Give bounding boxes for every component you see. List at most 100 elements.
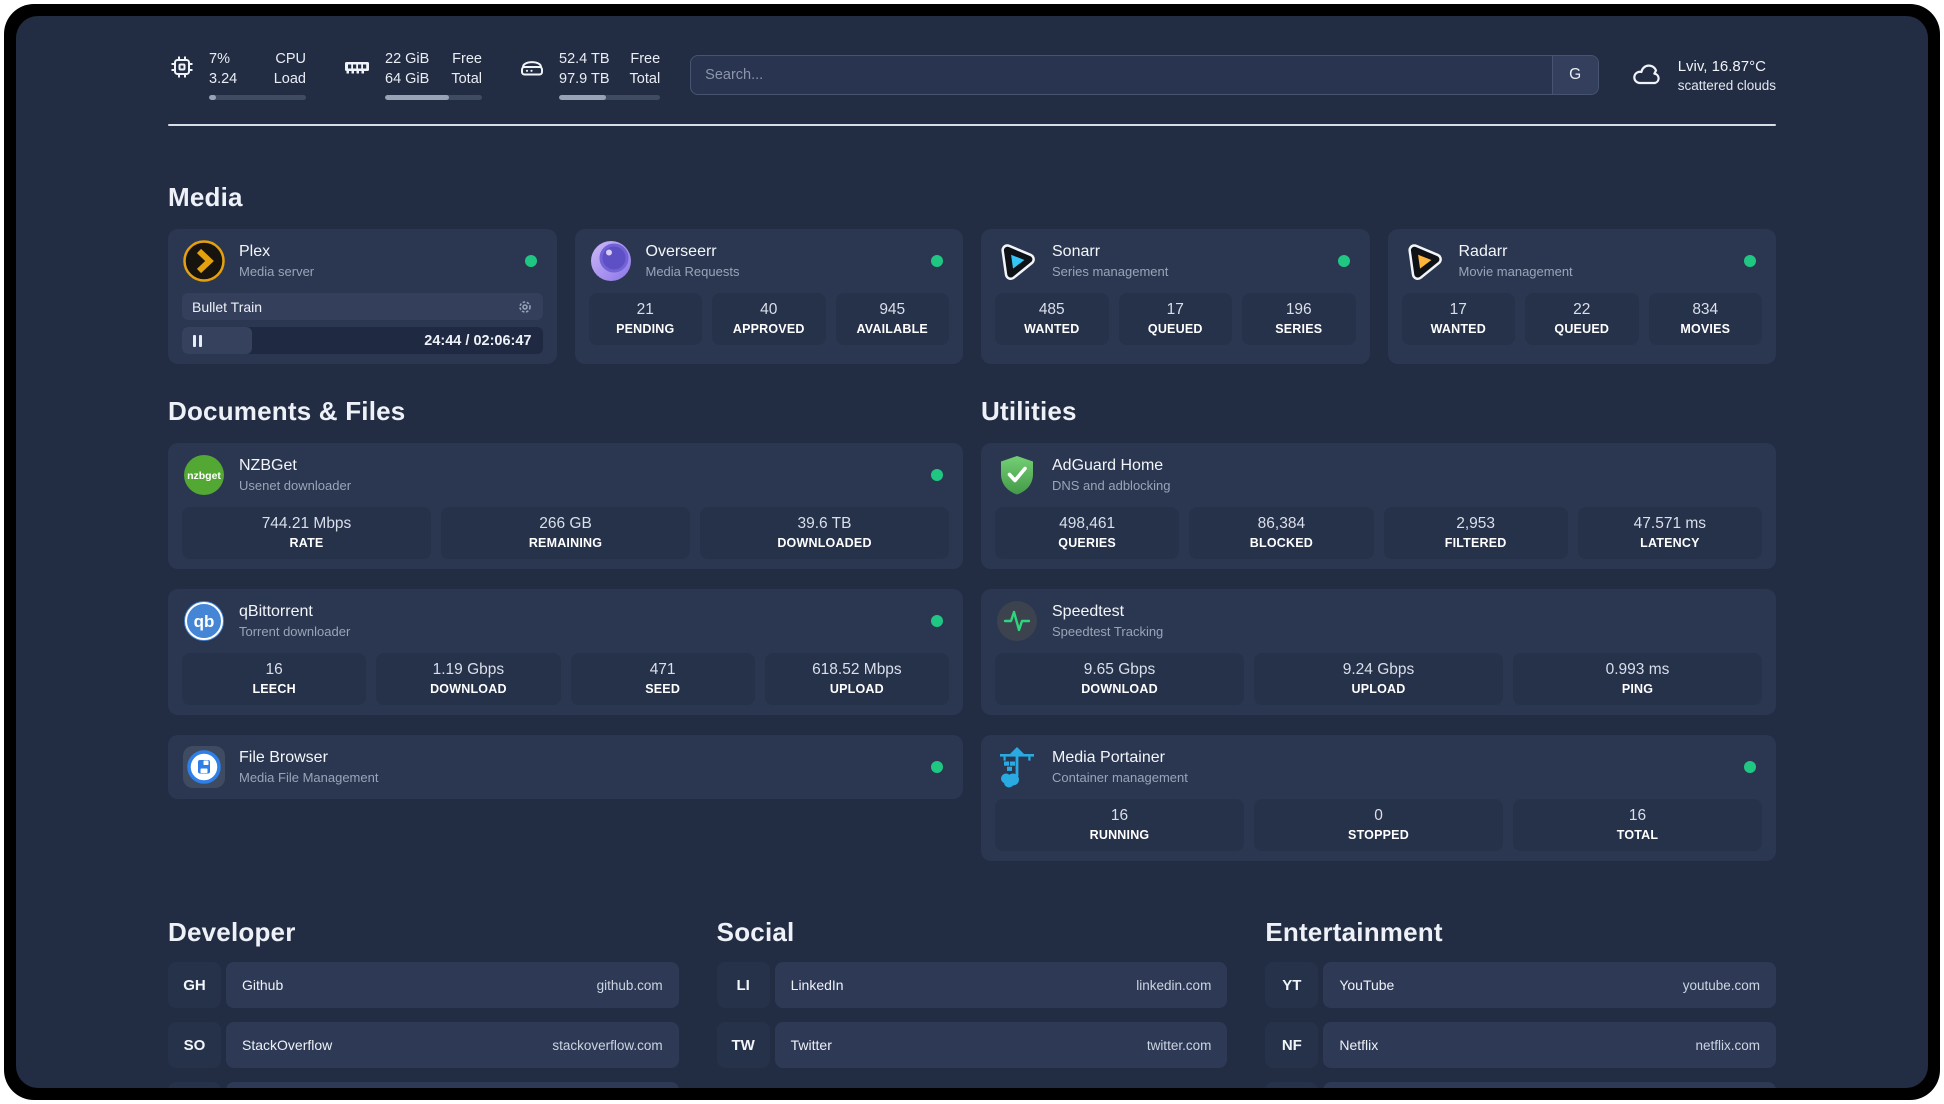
- app-description: Media server: [239, 264, 315, 280]
- portainer-card[interactable]: Media Portainer Container management 16 …: [981, 735, 1776, 862]
- section-title-utilities: Utilities: [981, 396, 1077, 427]
- overseerr-icon: [589, 239, 633, 283]
- section-title-media: Media: [168, 182, 243, 213]
- status-dot: [1744, 761, 1756, 774]
- memory-total-value: 64 GiB: [385, 70, 430, 87]
- status-dot: [931, 615, 943, 628]
- stat-tile: 485 WANTED: [995, 293, 1109, 346]
- link-pill: Twitter twitter.com: [774, 1022, 1228, 1069]
- cpu-icon: [168, 53, 196, 81]
- search-engine-button[interactable]: G: [1551, 56, 1598, 95]
- link-dev[interactable]: DT DEV dev.to: [168, 1082, 679, 1088]
- weather-location-temp: Lviv, 16.87°C: [1677, 57, 1766, 75]
- link-stackoverflow[interactable]: SO StackOverflow stackoverflow.com: [168, 1022, 679, 1069]
- link-abbr: NF: [1265, 1022, 1319, 1069]
- stat-tile: 16 LEECH: [182, 653, 367, 706]
- memory-monitor: 22 GiB 64 GiB Free Total: [342, 50, 482, 101]
- nzbget-icon: nzbget: [182, 453, 226, 497]
- top-bar: 7% 3.24 CPU Load 22 GiB 64 GiB Free Tota…: [168, 50, 1776, 101]
- app-name: qBittorrent: [239, 603, 313, 621]
- storage-total-value: 97.9 TB: [559, 70, 610, 87]
- sonarr-icon: [995, 239, 1039, 283]
- filebrowser-card[interactable]: File Browser Media File Management: [168, 735, 963, 800]
- status-dot: [524, 255, 537, 268]
- memory-total-label: Total: [451, 70, 482, 87]
- link-netflix[interactable]: NF Netflix netflix.com: [1265, 1022, 1776, 1069]
- app-name: AdGuard Home: [1052, 457, 1164, 475]
- playback-time: 24:44 / 02:06:47: [424, 332, 532, 349]
- stat-tile: 0 STOPPED: [1254, 799, 1503, 852]
- window-frame: 7% 3.24 CPU Load 22 GiB 64 GiB Free Tota…: [4, 4, 1940, 1100]
- gear-icon[interactable]: [517, 299, 533, 315]
- stat-tile: 618.52 Mbps UPLOAD: [764, 653, 949, 706]
- stat-tile: 21 PENDING: [588, 293, 702, 346]
- stat-tile: 9.65 Gbps DOWNLOAD: [995, 653, 1244, 706]
- app-description: Media File Management: [239, 770, 379, 786]
- cpu-monitor: 7% 3.24 CPU Load: [168, 50, 306, 101]
- stat-tile: 17 WANTED: [1401, 293, 1515, 346]
- pause-icon[interactable]: [193, 334, 202, 347]
- stat-tile: 17 QUEUED: [1118, 293, 1232, 346]
- link-linkedin[interactable]: LI LinkedIn linkedin.com: [716, 962, 1228, 1009]
- stat-tile: 945 AVAILABLE: [835, 293, 949, 346]
- stat-tile: 2,953 FILTERED: [1383, 507, 1568, 560]
- link-pill: YouTube youtube.com: [1323, 962, 1776, 1009]
- app-description: Movie management: [1458, 264, 1573, 280]
- nzbget-card[interactable]: nzbget NZBGet Usenet downloader 744.21 M…: [168, 443, 963, 570]
- cpu-label: CPU: [275, 51, 306, 67]
- link-pill: StackOverflow stackoverflow.com: [226, 1022, 679, 1069]
- link-abbr: RE: [1265, 1082, 1319, 1088]
- stat-tile: 498,461 QUERIES: [995, 507, 1180, 560]
- stat-tile: 16 TOTAL: [1513, 799, 1762, 852]
- stat-tile: 16 RUNNING: [995, 799, 1244, 852]
- qbittorrent-card[interactable]: qb qBittorrent Torrent downloader 16 LEE…: [168, 589, 963, 716]
- section-title-documents: Documents & Files: [168, 396, 406, 427]
- cloud-icon: [1629, 60, 1665, 90]
- link-reddit[interactable]: RE Reddit reddit.com: [1265, 1082, 1776, 1088]
- stat-tile: 196 SERIES: [1242, 293, 1356, 346]
- link-twitter[interactable]: TW Twitter twitter.com: [716, 1022, 1228, 1069]
- radarr-card[interactable]: Radarr Movie management 17 WANTED 22 QUE…: [1387, 229, 1776, 365]
- link-pill: DEV dev.to: [226, 1082, 679, 1088]
- dashboard-page: 7% 3.24 CPU Load 22 GiB 64 GiB Free Tota…: [16, 16, 1928, 1088]
- app-name: Plex: [239, 243, 271, 261]
- speedtest-card[interactable]: Speedtest Speedtest Tracking 9.65 Gbps D…: [981, 589, 1776, 716]
- status-dot: [931, 469, 943, 482]
- memory-progress-bar: [385, 95, 482, 101]
- app-name: NZBGet: [239, 457, 297, 475]
- entertainment-links: Entertainment YT YouTube youtube.com NF …: [1265, 917, 1776, 1088]
- adguard-card[interactable]: AdGuard Home DNS and adblocking 498,461 …: [981, 443, 1776, 570]
- app-name: Speedtest: [1052, 603, 1125, 621]
- app-name: Radarr: [1458, 243, 1508, 261]
- portainer-icon: [995, 745, 1039, 789]
- link-pill: Reddit reddit.com: [1323, 1082, 1776, 1088]
- stat-tile: 40 APPROVED: [712, 293, 826, 346]
- sonarr-card[interactable]: Sonarr Series management 485 WANTED 17 Q…: [981, 229, 1370, 365]
- cpu-usage-value: 7%: [209, 51, 230, 67]
- section-title-developer: Developer: [168, 917, 296, 948]
- stat-tile: 1.19 Gbps DOWNLOAD: [376, 653, 561, 706]
- disk-icon: [518, 53, 546, 81]
- weather-condition: scattered clouds: [1677, 77, 1776, 93]
- link-github[interactable]: GH Github github.com: [168, 962, 679, 1009]
- load-label: Load: [273, 70, 306, 87]
- link-youtube[interactable]: YT YouTube youtube.com: [1265, 962, 1776, 1009]
- section-title-social: Social: [716, 917, 795, 948]
- app-name: Sonarr: [1052, 243, 1101, 261]
- storage-monitor: 52.4 TB 97.9 TB Free Total: [518, 50, 661, 101]
- stat-tile: 22 QUEUED: [1525, 293, 1639, 346]
- link-abbr: DT: [168, 1082, 221, 1088]
- storage-total-label: Total: [629, 70, 661, 87]
- section-title-entertainment: Entertainment: [1265, 917, 1443, 948]
- documents-column: Documents & Files nzbget NZBGet Usenet d…: [168, 396, 963, 861]
- status-dot: [1337, 255, 1350, 268]
- overseerr-card[interactable]: Overseerr Media Requests 21 PENDING 40 A…: [574, 229, 963, 365]
- search-input[interactable]: [691, 67, 1552, 84]
- stat-tile: 9.24 Gbps UPLOAD: [1254, 653, 1503, 706]
- plex-card[interactable]: Plex Media server Bullet Train 24:44 / 0…: [168, 229, 557, 365]
- memory-free-value: 22 GiB: [385, 51, 430, 67]
- plex-icon: [182, 239, 226, 283]
- app-description: Speedtest Tracking: [1052, 624, 1164, 640]
- svg-text:qb: qb: [194, 612, 215, 631]
- storage-free-label: Free: [630, 51, 661, 67]
